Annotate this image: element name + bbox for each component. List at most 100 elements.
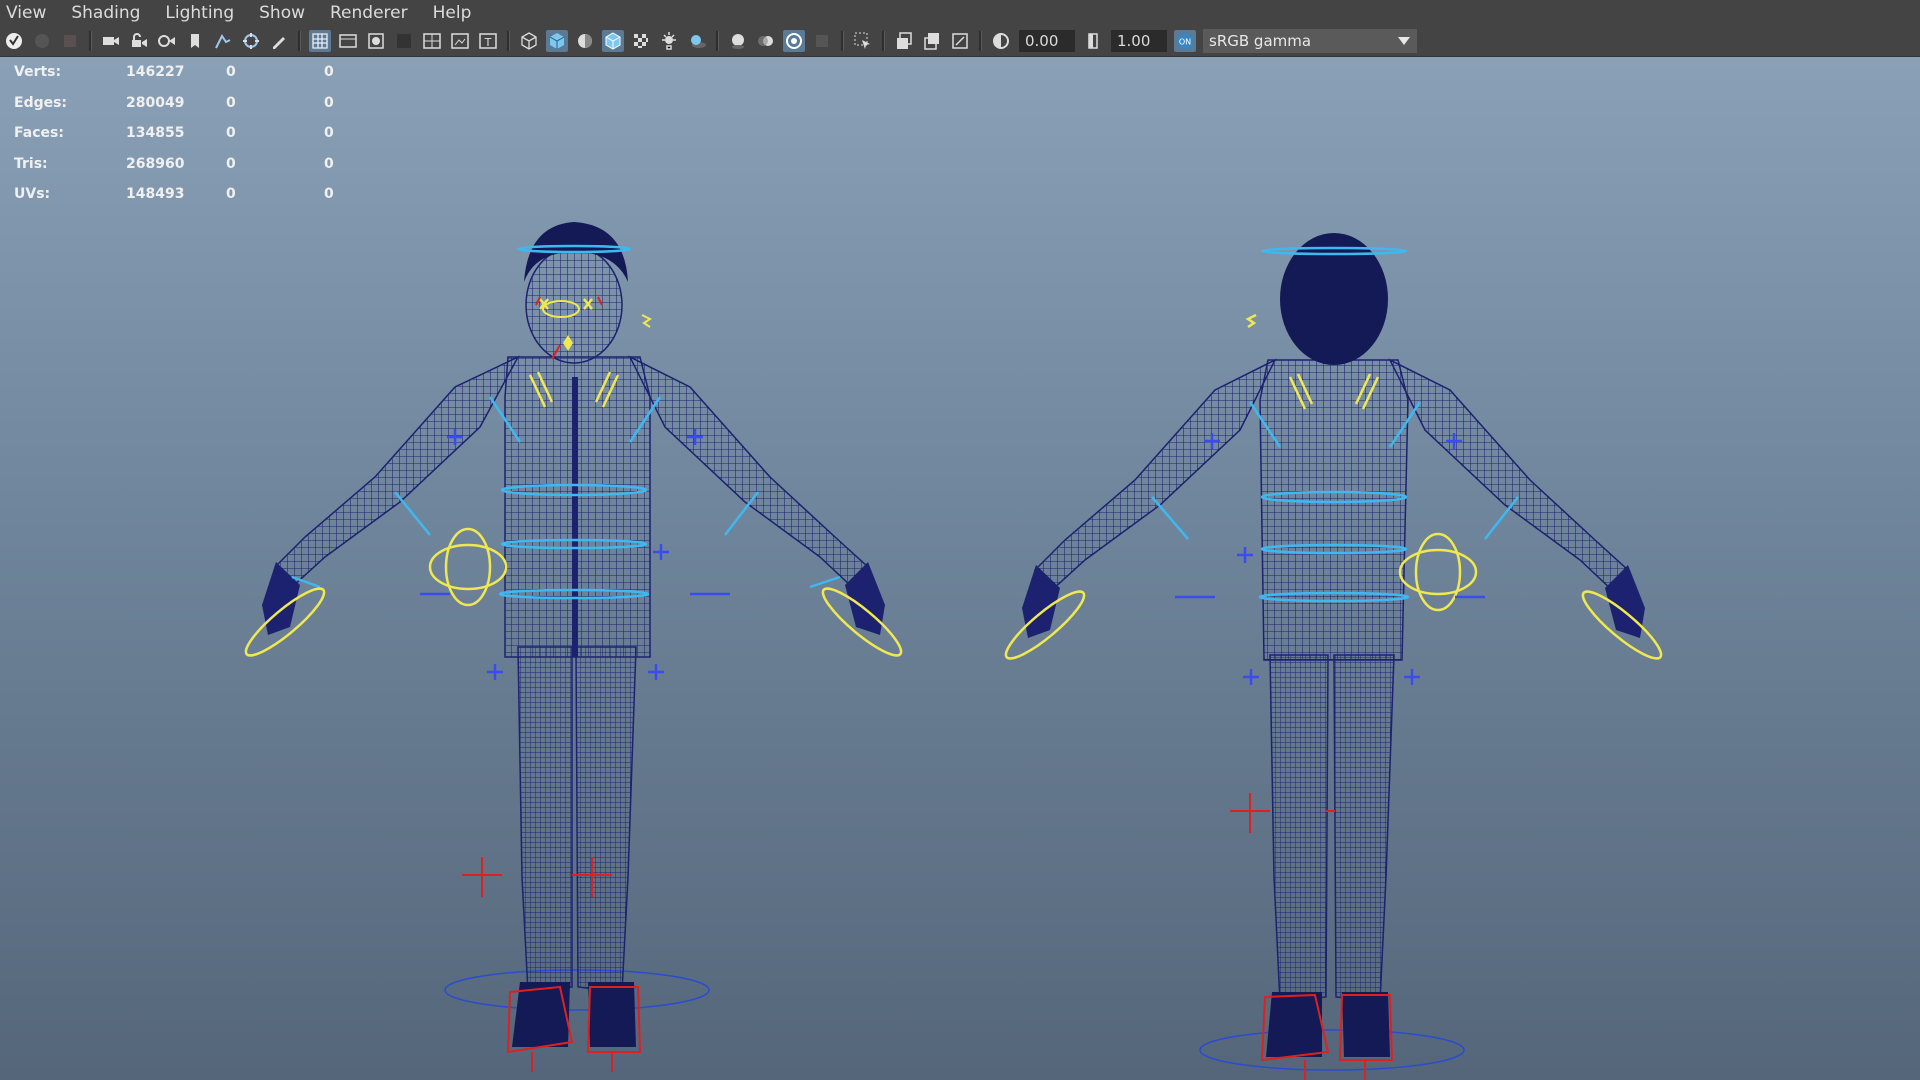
toolbar-divider	[298, 31, 301, 51]
grease-pencil-icon[interactable]	[268, 30, 290, 52]
torso-mesh-back	[1259, 359, 1409, 661]
viewport-3d[interactable]: Verts: 146227 0 0 Edges: 280049 0 0 Face…	[0, 57, 1920, 1080]
right-leg-mesh	[575, 646, 637, 993]
toolbar-divider	[979, 31, 982, 51]
xray-joints-icon[interactable]	[921, 30, 943, 52]
hud-row-tris: Tris: 268960 0 0	[14, 149, 354, 180]
menu-renderer[interactable]: Renderer	[318, 0, 421, 26]
ground-ctrl[interactable]	[444, 969, 710, 1011]
hud-selected-value: 0	[226, 125, 236, 142]
hud-value: 268960	[126, 155, 185, 172]
hud-value: 148493	[126, 186, 185, 203]
shadows-icon[interactable]	[686, 30, 708, 52]
gamma-field[interactable]: 1.00	[1111, 30, 1167, 52]
camera-attributes-icon[interactable]	[156, 30, 178, 52]
image-plane-icon[interactable]	[212, 30, 234, 52]
hud-selected-value: 0	[226, 155, 236, 172]
gate-mask-icon[interactable]	[393, 30, 415, 52]
right-foot-mesh	[588, 982, 636, 1047]
safe-title-icon[interactable]: T	[477, 30, 499, 52]
wireframe-on-shaded-icon[interactable]	[602, 30, 624, 52]
panel-toolbar: T 0.00 1.00 ON sRGB gamma	[0, 26, 1920, 57]
ikfk-switch-ctrl-back[interactable]	[1398, 532, 1478, 612]
backface-culling-icon[interactable]	[949, 30, 971, 52]
left-leg-mesh-back	[1269, 654, 1329, 1003]
motion-blur-icon[interactable]	[755, 30, 777, 52]
hud-label: Faces:	[14, 125, 64, 142]
jacket-seam	[572, 377, 578, 657]
right-arm-mesh-back	[1388, 358, 1630, 592]
hud-value: 134855	[126, 125, 185, 142]
hud-value: 280049	[126, 94, 185, 111]
chevron-down-icon[interactable]	[1391, 29, 1417, 53]
lock-camera-icon[interactable]	[31, 30, 53, 52]
hud-selected-value: 0	[226, 64, 236, 81]
resolution-gate-icon[interactable]	[365, 30, 387, 52]
view-transform-select[interactable]: sRGB gamma	[1203, 29, 1417, 53]
isolate-select-icon[interactable]	[852, 30, 874, 52]
menu-bar: View Shading Lighting Show Renderer Help	[0, 0, 1920, 26]
character-back[interactable]	[999, 233, 1668, 1080]
lock-camera-icon[interactable]	[128, 30, 150, 52]
hud-component-value: 0	[324, 94, 334, 111]
hud-label: Verts:	[14, 64, 62, 81]
toolbar-divider	[841, 31, 844, 51]
hud-row-verts: Verts: 146227 0 0	[14, 57, 354, 88]
film-gate-icon[interactable]	[337, 30, 359, 52]
menu-help[interactable]: Help	[421, 0, 485, 26]
hud-selected-value: 0	[226, 186, 236, 203]
depth-of-field-icon[interactable]	[811, 30, 833, 52]
camera-attributes-icon[interactable]	[59, 30, 81, 52]
2d-pan-zoom-icon[interactable]	[240, 30, 262, 52]
hud-selected-value: 0	[226, 94, 236, 111]
hud-label: Tris:	[14, 155, 48, 172]
select-camera-icon[interactable]	[3, 30, 25, 52]
exposure-field[interactable]: 0.00	[1019, 30, 1075, 52]
bookmark-icon[interactable]	[184, 30, 206, 52]
ground-ctrl-back[interactable]	[1199, 1029, 1465, 1071]
use-all-lights-icon[interactable]	[658, 30, 680, 52]
field-chart-icon[interactable]	[421, 30, 443, 52]
head-mesh	[525, 246, 623, 364]
hud-row-edges: Edges: 280049 0 0	[14, 88, 354, 119]
camera-icon[interactable]	[100, 30, 122, 52]
screen-space-ao-icon[interactable]	[727, 30, 749, 52]
menu-view[interactable]: View	[0, 0, 59, 26]
poly-count-hud: Verts: 146227 0 0 Edges: 280049 0 0 Face…	[14, 57, 354, 210]
hud-label: UVs:	[14, 186, 51, 203]
menu-lighting[interactable]: Lighting	[153, 0, 247, 26]
smooth-shade-icon[interactable]	[546, 30, 568, 52]
toolbar-divider	[716, 31, 719, 51]
textured-icon[interactable]	[630, 30, 652, 52]
menu-shading[interactable]: Shading	[59, 0, 153, 26]
svg-text:ON: ON	[1179, 38, 1191, 47]
anti-aliasing-icon[interactable]	[783, 30, 805, 52]
toolbar-divider	[507, 31, 510, 51]
scene-view	[239, 222, 1668, 1080]
grid-icon[interactable]	[309, 30, 331, 52]
menu-show[interactable]: Show	[247, 0, 318, 26]
hud-value: 146227	[126, 64, 185, 81]
toolbar-divider	[89, 31, 92, 51]
left-leg-mesh	[517, 646, 573, 993]
character-front[interactable]	[239, 222, 908, 1072]
hud-label: Edges:	[14, 94, 68, 111]
exposure-icon[interactable]	[990, 30, 1012, 52]
safe-action-icon[interactable]	[449, 30, 471, 52]
right-foot-mesh-back	[1342, 992, 1390, 1057]
hud-component-value: 0	[324, 64, 334, 81]
xray-icon[interactable]	[893, 30, 915, 52]
hud-component-value: 0	[324, 186, 334, 203]
default-material-icon[interactable]	[574, 30, 596, 52]
wireframe-icon[interactable]	[518, 30, 540, 52]
svg-text:T: T	[484, 36, 492, 49]
right-leg-mesh-back	[1333, 654, 1395, 1003]
hud-component-value: 0	[324, 155, 334, 172]
gamma-icon[interactable]	[1082, 30, 1104, 52]
toolbar-divider	[882, 31, 885, 51]
color-management-icon[interactable]: ON	[1174, 30, 1196, 52]
left-foot-mesh-back	[1266, 992, 1322, 1057]
hud-component-value: 0	[324, 125, 334, 142]
hud-row-uvs: UVs: 148493 0 0	[14, 179, 354, 210]
left-arm-mesh	[273, 355, 520, 589]
